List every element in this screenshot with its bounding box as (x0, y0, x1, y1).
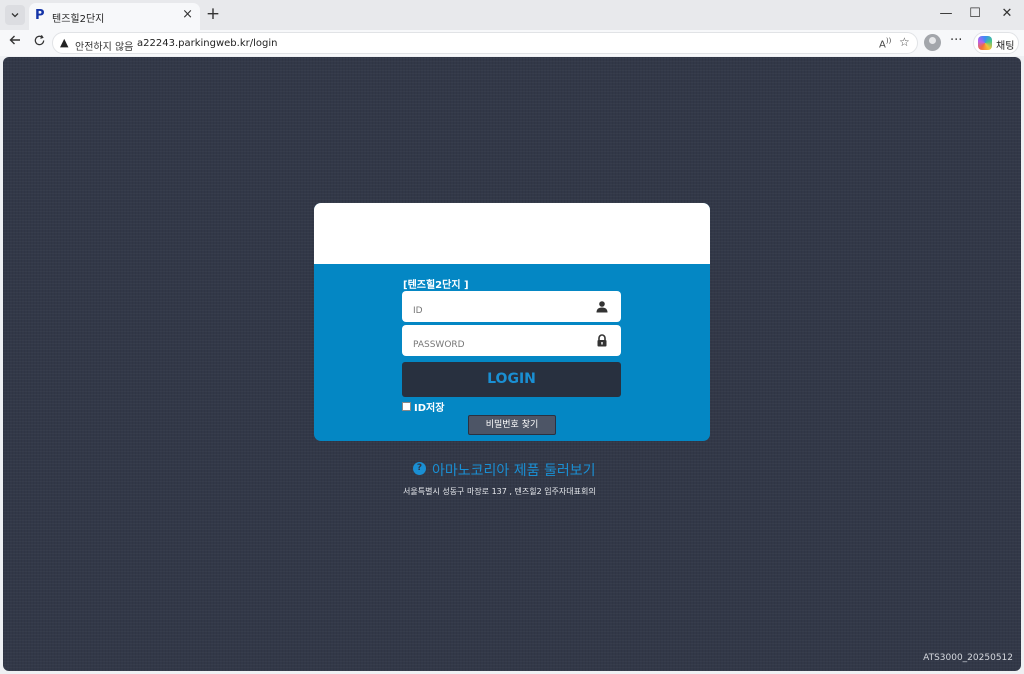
more-icon[interactable]: ··· (950, 33, 962, 48)
browser-titlebar: P 텐즈힐2단지 × + — ☐ ✕ (0, 0, 1024, 30)
tab-list-button[interactable] (5, 5, 25, 25)
browser-tab-active[interactable]: P 텐즈힐2단지 × (29, 3, 200, 30)
reload-button[interactable] (29, 33, 49, 53)
user-icon (596, 301, 608, 313)
page-viewport: [텐즈힐2단지 ] LOGIN ID저장 비밀번호 찾기 ? 아마노코리아 제품… (3, 57, 1021, 671)
login-button[interactable]: LOGIN (402, 362, 621, 397)
password-field[interactable] (402, 325, 621, 356)
find-password-button[interactable]: 비밀번호 찾기 (468, 415, 556, 435)
new-tab-button[interactable]: + (203, 4, 223, 24)
security-label[interactable]: 안전하지 않음 (75, 38, 133, 53)
copilot-icon (978, 36, 992, 50)
maximize-button[interactable]: ☐ (964, 4, 986, 24)
back-button[interactable] (5, 33, 25, 53)
reload-icon (34, 35, 44, 46)
profile-icon[interactable] (924, 34, 941, 51)
version-label: ATS3000_20250512 (923, 653, 1013, 663)
minimize-button[interactable]: — (935, 4, 957, 24)
window-close-button[interactable]: ✕ (996, 4, 1018, 24)
warning-icon[interactable]: ▲ (60, 36, 68, 49)
password-input[interactable] (402, 325, 592, 356)
tab-close-icon[interactable]: × (182, 7, 193, 22)
card-header (314, 203, 710, 264)
back-arrow-icon (9, 35, 20, 45)
id-input[interactable] (402, 291, 592, 322)
favorite-star-icon[interactable]: ☆ (899, 35, 910, 49)
site-favicon-icon: P (35, 8, 45, 23)
address-bar[interactable]: ▲ 안전하지 않음 a22243.parkingweb.kr/login A))… (52, 32, 918, 54)
read-aloud-icon[interactable]: A)) (879, 37, 891, 50)
product-link-text[interactable]: 아마노코리아 제품 둘러보기 (432, 460, 595, 480)
checkbox-box[interactable] (402, 402, 411, 411)
footer-address: 서울특별시 성동구 마장로 137 , 텐즈힐2 입주자대표회의 (403, 487, 596, 496)
remember-id-label[interactable]: ID저장 (414, 399, 444, 414)
copilot-label: 채팅 (996, 41, 1015, 52)
tab-title: 텐즈힐2단지 (52, 14, 105, 25)
id-field[interactable] (402, 291, 621, 322)
site-label: [텐즈힐2단지 ] (403, 280, 469, 291)
url-text[interactable]: a22243.parkingweb.kr/login (137, 38, 277, 49)
lock-icon (597, 334, 607, 347)
copilot-button[interactable]: 채팅 (973, 32, 1019, 54)
login-card: [텐즈힐2단지 ] LOGIN ID저장 비밀번호 찾기 (314, 203, 710, 441)
question-icon: ? (413, 462, 426, 475)
chevron-down-icon (11, 13, 19, 18)
browser-toolbar: ▲ 안전하지 않음 a22243.parkingweb.kr/login A))… (0, 30, 1024, 56)
